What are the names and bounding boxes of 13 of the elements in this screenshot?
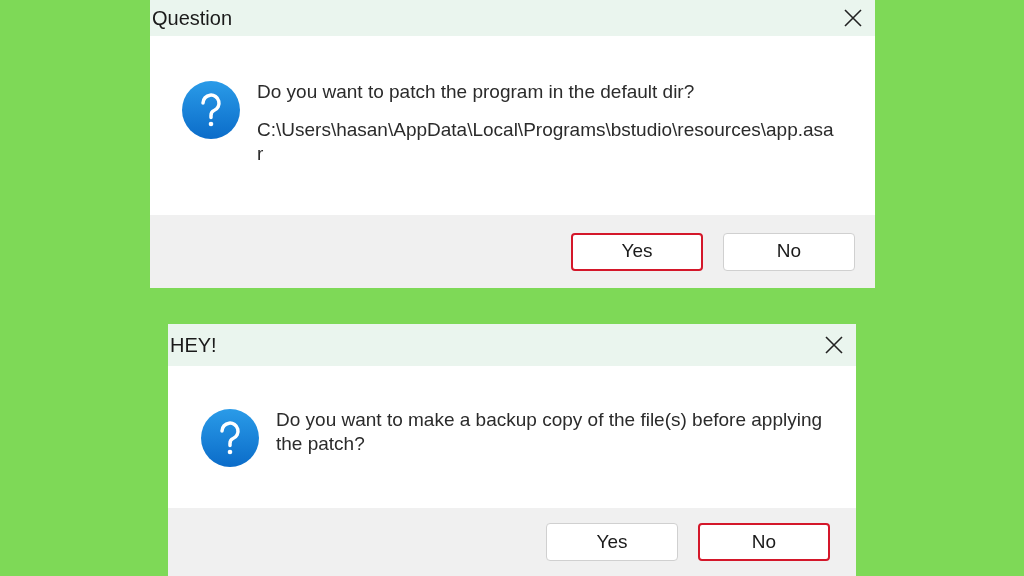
dialog-button[interactable]: Yes [546,523,678,561]
dialog-button[interactable]: Yes [571,232,703,271]
message-text: C:\Users\hasan\AppData\Local\Programs\bstudio\resources\app.asar [257,118,835,166]
dialog-button[interactable]: No [698,523,830,561]
close-icon[interactable] [824,335,844,355]
window-title: HEY! [169,333,217,358]
close-icon[interactable] [843,8,863,28]
question-icon [181,80,241,140]
message-text: Do you want to make a backup copy of the file(s) before applying the patch? [276,408,824,456]
window-title: Question [151,6,233,31]
dialog-button[interactable]: No [723,232,855,271]
message-text: Do you want to patch the program in the default dir? [257,80,696,104]
question-icon [200,408,260,468]
